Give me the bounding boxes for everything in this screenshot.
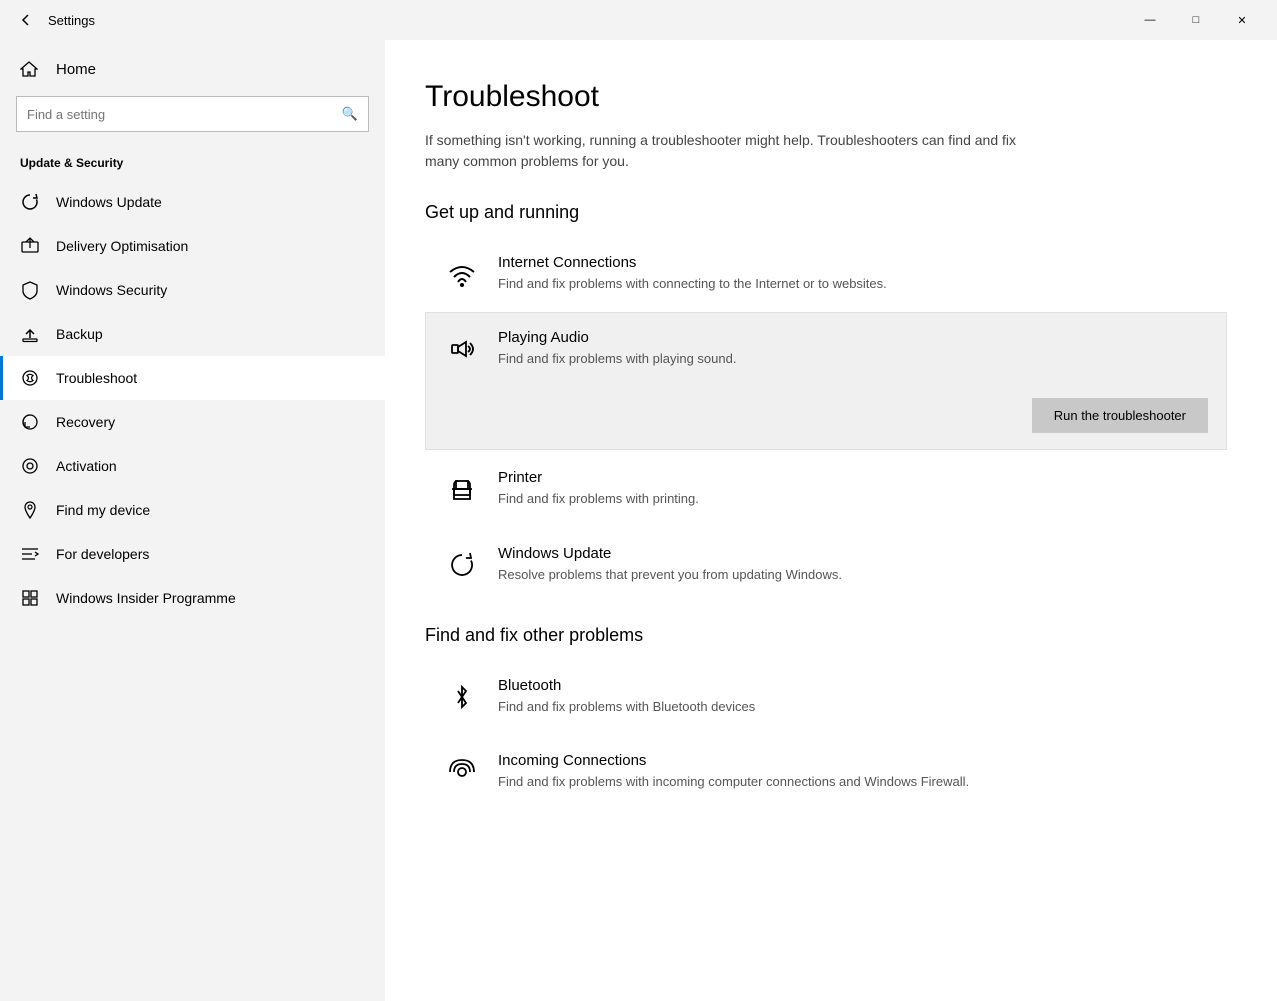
- update-icon: [20, 192, 42, 212]
- content-area: Troubleshoot If something isn't working,…: [385, 40, 1277, 1001]
- troubleshoot-icon: [20, 368, 42, 388]
- internet-connections-title: Internet Connections: [498, 254, 1208, 271]
- wifi-icon: [444, 256, 480, 292]
- windows-security-label: Windows Security: [56, 282, 167, 298]
- page-description: If something isn't working, running a tr…: [425, 130, 1025, 172]
- sidebar-item-home[interactable]: Home: [0, 50, 385, 88]
- sidebar-item-recovery[interactable]: Recovery: [0, 400, 385, 444]
- delivery-icon: [20, 236, 42, 256]
- app-title: Settings: [48, 13, 1127, 28]
- playing-audio-header: Playing Audio Find and fix problems with…: [444, 329, 1208, 368]
- windows-update-ts-desc: Resolve problems that prevent you from u…: [498, 566, 1208, 584]
- delivery-label: Delivery Optimisation: [56, 238, 188, 254]
- incoming-connections-desc: Find and fix problems with incoming comp…: [498, 773, 1208, 791]
- recovery-label: Recovery: [56, 414, 115, 430]
- activation-icon: [20, 456, 42, 476]
- troubleshoot-item-windows-update[interactable]: Windows Update Resolve problems that pre…: [425, 528, 1227, 601]
- backup-icon: [20, 324, 42, 344]
- insider-icon: [20, 588, 42, 608]
- titlebar: Settings — □ ✕: [0, 0, 1277, 40]
- section1-heading: Get up and running: [425, 202, 1227, 223]
- activation-label: Activation: [56, 458, 117, 474]
- minimize-button[interactable]: —: [1127, 4, 1173, 36]
- playing-audio-desc: Find and fix problems with playing sound…: [498, 350, 1208, 368]
- update2-icon: [444, 547, 480, 583]
- close-button[interactable]: ✕: [1219, 4, 1265, 36]
- search-input[interactable]: [27, 107, 342, 122]
- developer-icon: [20, 544, 42, 564]
- incoming-icon: [444, 754, 480, 790]
- sidebar-item-for-developers[interactable]: For developers: [0, 532, 385, 576]
- bluetooth-desc: Find and fix problems with Bluetooth dev…: [498, 698, 1208, 716]
- windows-update-ts-text: Windows Update Resolve problems that pre…: [498, 545, 1208, 584]
- recovery-icon: [20, 412, 42, 432]
- troubleshoot-label: Troubleshoot: [56, 370, 137, 386]
- internet-connections-desc: Find and fix problems with connecting to…: [498, 275, 1208, 293]
- bluetooth-title: Bluetooth: [498, 677, 1208, 694]
- maximize-button[interactable]: □: [1173, 4, 1219, 36]
- audio-icon: [444, 331, 480, 367]
- troubleshoot-item-internet-connections[interactable]: Internet Connections Find and fix proble…: [425, 237, 1227, 310]
- printer-icon: [444, 471, 480, 507]
- windows-update-label: Windows Update: [56, 194, 162, 210]
- back-button[interactable]: [12, 6, 40, 34]
- troubleshoot-item-playing-audio[interactable]: Playing Audio Find and fix problems with…: [425, 312, 1227, 450]
- search-icon: 🔍: [342, 106, 358, 122]
- backup-label: Backup: [56, 326, 103, 342]
- page-title: Troubleshoot: [425, 80, 1227, 114]
- home-label: Home: [56, 61, 96, 78]
- sidebar-item-find-my-device[interactable]: Find my device: [0, 488, 385, 532]
- sidebar-item-windows-insider[interactable]: Windows Insider Programme: [0, 576, 385, 620]
- troubleshoot-item-incoming-connections[interactable]: Incoming Connections Find and fix proble…: [425, 735, 1227, 808]
- window-controls: — □ ✕: [1127, 4, 1265, 36]
- incoming-connections-text: Incoming Connections Find and fix proble…: [498, 752, 1208, 791]
- search-box[interactable]: 🔍: [16, 96, 369, 132]
- bluetooth-icon: [444, 679, 480, 715]
- run-troubleshooter-button[interactable]: Run the troubleshooter: [1032, 398, 1208, 433]
- app-body: Home 🔍 Update & Security Windows Update …: [0, 40, 1277, 1001]
- incoming-connections-title: Incoming Connections: [498, 752, 1208, 769]
- sidebar-section-title: Update & Security: [0, 148, 385, 180]
- sidebar-item-troubleshoot[interactable]: Troubleshoot: [0, 356, 385, 400]
- sidebar-item-activation[interactable]: Activation: [0, 444, 385, 488]
- find-icon: [20, 500, 42, 520]
- bluetooth-text: Bluetooth Find and fix problems with Blu…: [498, 677, 1208, 716]
- printer-desc: Find and fix problems with printing.: [498, 490, 1208, 508]
- troubleshoot-item-bluetooth[interactable]: Bluetooth Find and fix problems with Blu…: [425, 660, 1227, 733]
- sidebar-item-delivery-optimisation[interactable]: Delivery Optimisation: [0, 224, 385, 268]
- printer-text: Printer Find and fix problems with print…: [498, 469, 1208, 508]
- windows-insider-label: Windows Insider Programme: [56, 590, 236, 606]
- sidebar-item-windows-security[interactable]: Windows Security: [0, 268, 385, 312]
- find-my-device-label: Find my device: [56, 502, 150, 518]
- printer-title: Printer: [498, 469, 1208, 486]
- troubleshoot-item-printer[interactable]: Printer Find and fix problems with print…: [425, 452, 1227, 525]
- playing-audio-title: Playing Audio: [498, 329, 1208, 346]
- sidebar-item-backup[interactable]: Backup: [0, 312, 385, 356]
- home-icon: [20, 60, 42, 78]
- playing-audio-text: Playing Audio Find and fix problems with…: [498, 329, 1208, 368]
- internet-connections-text: Internet Connections Find and fix proble…: [498, 254, 1208, 293]
- windows-update-ts-title: Windows Update: [498, 545, 1208, 562]
- sidebar: Home 🔍 Update & Security Windows Update …: [0, 40, 385, 1001]
- section2-heading: Find and fix other problems: [425, 625, 1227, 646]
- for-developers-label: For developers: [56, 546, 149, 562]
- shield-icon: [20, 280, 42, 300]
- sidebar-item-windows-update[interactable]: Windows Update: [0, 180, 385, 224]
